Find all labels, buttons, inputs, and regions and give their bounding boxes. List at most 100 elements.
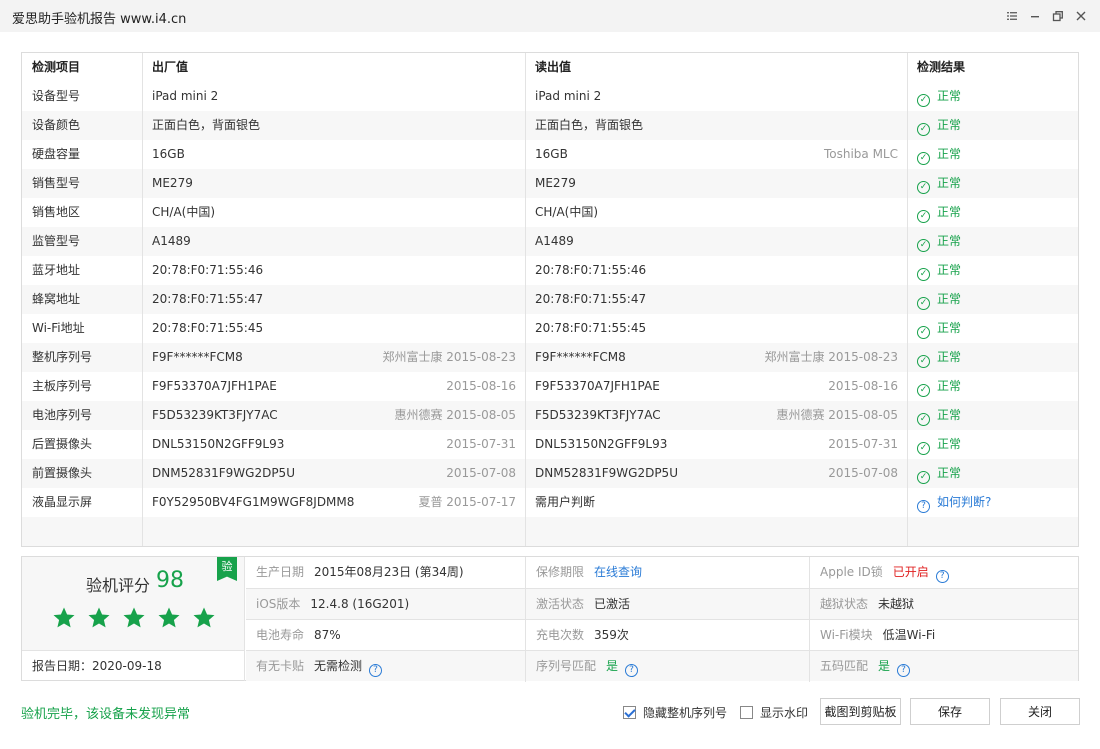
help-icon[interactable]: ?: [625, 664, 639, 677]
row-factory-cell: 20:78:F0:71:55:47: [142, 285, 525, 314]
read-value: 16GB: [535, 147, 568, 161]
table-row: 电池序列号 F5D53239KT3FJY7AC 惠州德赛 2015-08-05 F5D…: [22, 401, 1078, 430]
field-value: 是: [878, 659, 891, 673]
summary-field: 激活状态 已激活: [525, 589, 809, 620]
minimize-button[interactable]: [1026, 7, 1044, 25]
check-circle-icon: ✓: [917, 297, 930, 310]
check-circle-icon: ✓: [917, 239, 930, 252]
score-box: 验机评分 98 验: [22, 557, 245, 650]
row-result: ✓ 正常: [907, 285, 1078, 314]
row-read-cell: F9F******FCM8 郑州富士康 2015-08-23: [525, 343, 907, 372]
score-label: 验机评分: [86, 576, 151, 595]
row-factory-cell: F5D53239KT3FJY7AC 惠州德赛 2015-08-05: [142, 401, 525, 430]
help-icon[interactable]: ?: [369, 664, 383, 677]
help-icon[interactable]: ?: [935, 570, 949, 583]
column-divider: [907, 53, 908, 546]
row-result: ✓ 正常: [907, 372, 1078, 401]
factory-note: 惠州德赛 2015-08-05: [394, 408, 516, 422]
row-factory-cell: 正面白色，背面银色: [142, 111, 525, 140]
result-text: 正常: [937, 437, 962, 451]
close-button[interactable]: 关闭: [1000, 698, 1080, 725]
result-text: 正常: [937, 466, 962, 480]
table-row: Wi-Fi地址 20:78:F0:71:55:45 20:78:F0:71:55:4…: [22, 314, 1078, 343]
save-button[interactable]: 保存: [910, 698, 990, 725]
summary-field: 电池寿命 87%: [246, 620, 525, 651]
check-circle-icon: ✓: [917, 94, 930, 107]
factory-value: 正面白色，背面银色: [152, 118, 261, 132]
factory-value: DNM52831F9WG2DP5U: [152, 466, 295, 480]
read-value: F9F******FCM8: [535, 350, 626, 364]
checkbox-box[interactable]: [623, 705, 636, 719]
row-factory-cell: F0Y52950BV4FG1M9WGF8JDMM8 夏普 2015-07-17: [142, 488, 525, 517]
field-label: 序列号匹配: [536, 659, 597, 673]
close-icon: [1076, 11, 1086, 21]
col-header-result: 检测结果: [917, 60, 966, 74]
row-item: 蜂窝地址: [32, 292, 81, 306]
summary-row: iOS版本 12.4.8 (16G201) 激活状态 已激活 越狱状态 未越狱: [246, 588, 1078, 620]
row-item: 整机序列号: [32, 350, 93, 364]
row-factory-cell: DNM52831F9WG2DP5U 2015-07-08: [142, 459, 525, 488]
watermark-checkbox[interactable]: 显示水印: [740, 704, 808, 720]
table-empty-space: [22, 517, 1078, 546]
row-result: ✓ 正常: [907, 111, 1078, 140]
row-factory-cell: 16GB: [142, 140, 525, 169]
menu-button[interactable]: [1003, 7, 1021, 25]
result-text: 正常: [937, 263, 962, 277]
result-text: 正常: [937, 292, 962, 306]
table-row: 后置摄像头 DNL53150N2GFF9L93 2015-07-31 DNL53150…: [22, 430, 1078, 459]
watermark-label: 显示水印: [760, 705, 809, 720]
summary-field: Wi-Fi模块 低温Wi-Fi: [809, 620, 1078, 651]
list-icon: [1007, 12, 1017, 20]
row-read-cell: 20:78:F0:71:55:46: [525, 256, 907, 285]
read-value: DNL53150N2GFF9L93: [535, 437, 668, 451]
row-read-cell: iPad mini 2: [525, 82, 907, 111]
table-row: 主板序列号 F9F53370A7JFH1PAE 2015-08-16 F9F53370…: [22, 372, 1078, 401]
field-value: 已开启: [892, 565, 929, 579]
field-value: 无需检测: [314, 659, 363, 673]
checkbox-box[interactable]: [740, 705, 753, 719]
close-window-button[interactable]: [1072, 7, 1090, 25]
hide-serial-checkbox[interactable]: 隐藏整机序列号: [623, 704, 727, 720]
factory-note: 夏普 2015-07-17: [418, 495, 516, 509]
read-value: 20:78:F0:71:55:47: [535, 292, 647, 306]
column-divider: [525, 53, 526, 546]
table-row: 整机序列号 F9F******FCM8 郑州富士康 2015-08-23 F9F***…: [22, 343, 1078, 372]
summary-row: 生产日期 2015年08月23日 (第34周) 保修期限 在线查询 Apple ID锁已…: [246, 557, 1078, 588]
star-rating: [52, 606, 227, 633]
field-value: 359次: [594, 628, 629, 642]
score-value: 98: [156, 568, 184, 593]
row-item: 前置摄像头: [32, 466, 93, 480]
table-row: 销售型号 ME279 ME279 ✓ 正常: [22, 169, 1078, 198]
row-item: 销售型号: [32, 176, 81, 190]
row-item: 电池序列号: [32, 408, 93, 422]
check-circle-icon: ✓: [917, 123, 930, 136]
row-factory-cell: iPad mini 2: [142, 82, 525, 111]
field-value[interactable]: 在线查询: [594, 565, 642, 579]
field-value: 低温Wi-Fi: [882, 628, 936, 642]
check-circle-icon: ✓: [917, 471, 930, 484]
summary-field: 充电次数 359次: [525, 620, 809, 651]
factory-note: 郑州富士康 2015-08-23: [382, 350, 516, 364]
factory-value: F0Y52950BV4FG1M9WGF8JDMM8: [152, 495, 355, 509]
factory-note: 2015-07-08: [446, 466, 516, 480]
read-note: 2015-07-31: [828, 437, 898, 451]
field-label: 五码匹配: [820, 659, 869, 673]
table-row: 设备颜色 正面白色，背面银色 正面白色，背面银色 ✓ 正常: [22, 111, 1078, 140]
row-result[interactable]: ? 如何判断?: [907, 488, 1078, 517]
help-icon[interactable]: ?: [897, 664, 911, 677]
factory-value: F9F******FCM8: [152, 350, 243, 364]
copy-screenshot-button[interactable]: 截图到剪贴板: [820, 698, 901, 725]
factory-value: 20:78:F0:71:55:47: [152, 292, 264, 306]
field-value: 87%: [314, 628, 341, 642]
restore-button[interactable]: [1049, 7, 1067, 25]
row-factory-cell: F9F53370A7JFH1PAE 2015-08-16: [142, 372, 525, 401]
read-value: iPad mini 2: [535, 89, 602, 103]
col-header-factory: 出厂值: [152, 60, 189, 74]
star-icon: [87, 606, 122, 633]
row-read-cell: DNL53150N2GFF9L93 2015-07-31: [525, 430, 907, 459]
table-header: 检测项目 出厂值 读出值 检测结果: [22, 53, 1078, 82]
minimize-icon: [1031, 16, 1039, 18]
summary-field: iOS版本 12.4.8 (16G201): [246, 589, 525, 620]
row-read-cell: DNM52831F9WG2DP5U 2015-07-08: [525, 459, 907, 488]
status-message: 验机完毕，该设备未发现异常: [21, 707, 191, 722]
